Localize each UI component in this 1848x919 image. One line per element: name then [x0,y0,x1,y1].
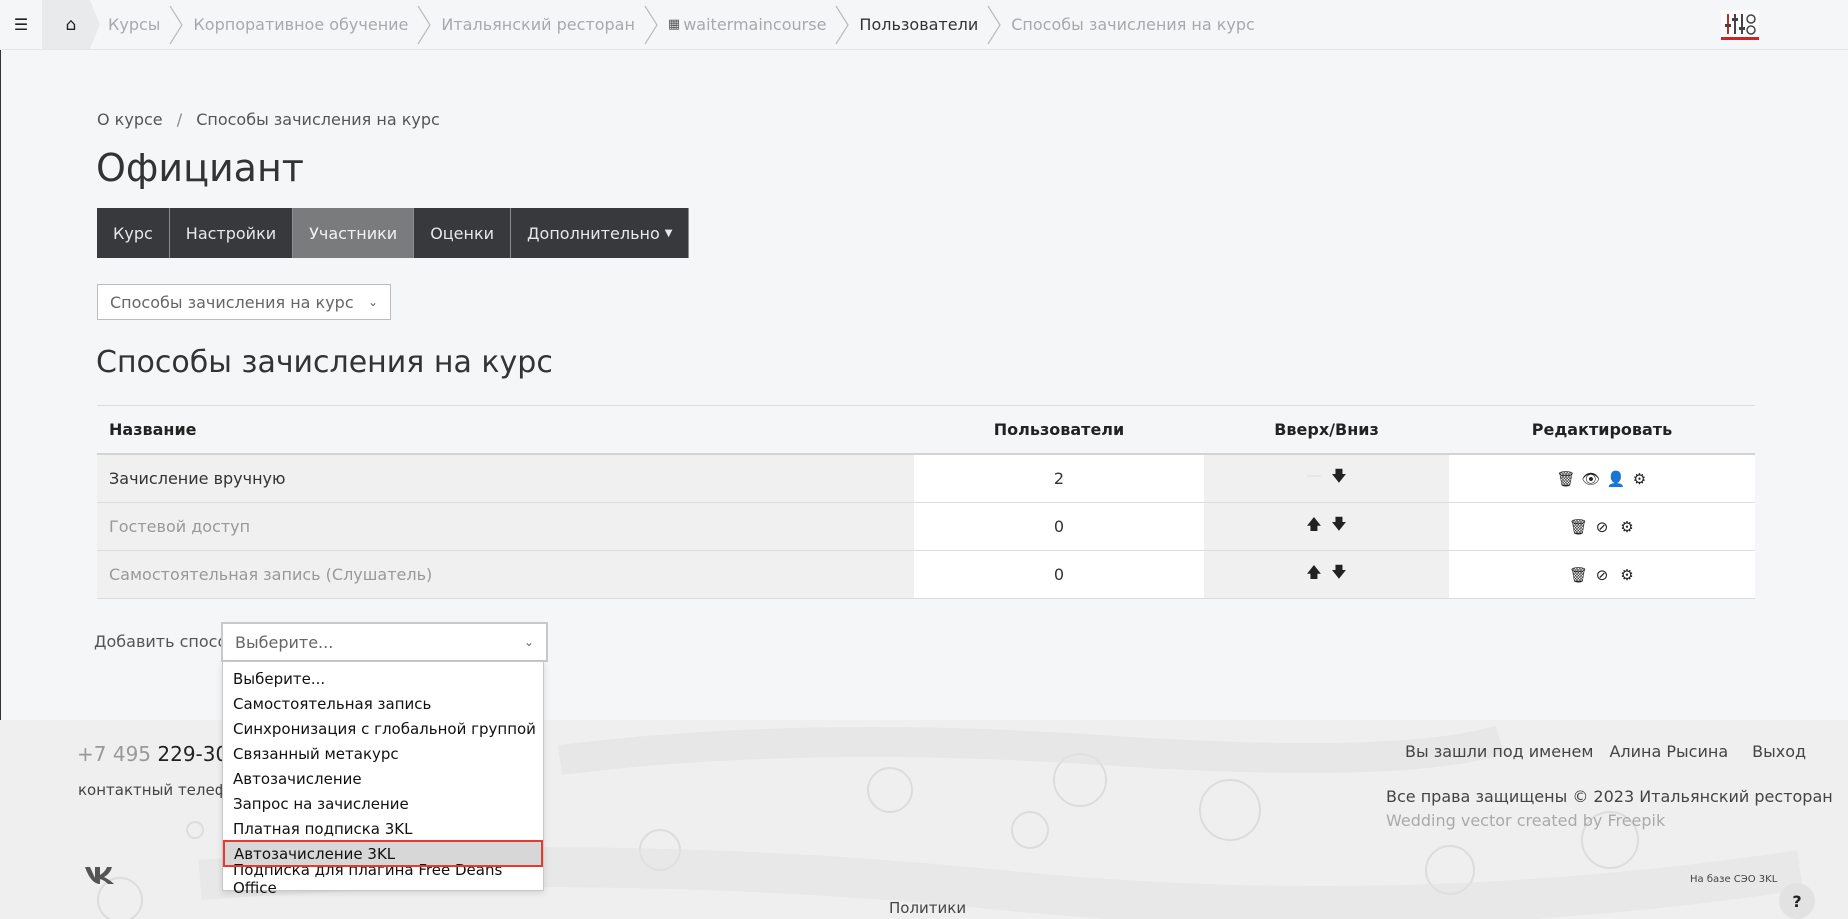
dropdown-option[interactable]: Подписка для плагина Free Deans Office [223,861,543,897]
updown-cell: — 🡇 [1204,455,1449,502]
vk-icon[interactable] [83,864,117,892]
chevron-down-icon: ⌄ [367,295,378,309]
arrow-down-icon[interactable]: 🡇 [1331,466,1347,491]
table-icon: ▦ [667,17,681,32]
breadcrumb: О курсе / Способы зачисления на курс [97,110,440,129]
copyright: Все права защищены © 2023 Итальянский ре… [1386,787,1833,806]
arrow-down-icon[interactable]: 🡇 [1331,562,1347,587]
help-button[interactable]: ? [1779,883,1815,919]
window-edge [0,0,1,829]
page-navigation-select[interactable]: Способы зачисления на курс ⌄ [97,284,391,320]
add-method-dropdown: Выберите... Самостоятельная запись Синхр… [222,661,544,897]
trash-icon[interactable]: 🗑 [1557,470,1576,488]
chevron-right-icon [985,0,1003,50]
edit-cell: 🗑 👁 👤 ⚙ [1449,455,1755,502]
freepik-credit-link[interactable]: Wedding vector created by Freepik [1386,811,1665,830]
dropdown-option[interactable]: Автозачисление [223,766,543,791]
edit-cell: 🗑 ⊘ ⚙ [1449,551,1755,598]
tab-more[interactable]: Дополнительно ▼ [511,208,690,258]
crumb-course[interactable]: ▦ waitermaincourse [660,0,852,50]
dropdown-option[interactable]: Самостоятельная запись [223,691,543,716]
header-users: Пользователи [993,420,1125,439]
crumb-courses[interactable]: Курсы [100,0,185,50]
trash-icon[interactable]: 🗑 [1569,518,1588,536]
settings-sliders-icon[interactable] [1721,10,1759,40]
tab-grades[interactable]: Оценки [414,208,512,258]
table-header-row: Название Пользователи Вверх/Вниз Редакти… [97,406,1755,455]
method-name: Гостевой доступ [97,503,914,550]
eye-slash-icon[interactable]: ⊘ [1594,518,1610,536]
chevron-right-icon [642,0,660,50]
gear-icon[interactable]: ⚙ [1619,566,1635,584]
breadcrumb-current[interactable]: Способы зачисления на курс [196,110,440,129]
top-breadcrumb: Курсы Корпоративное обучение Итальянский… [100,0,1262,50]
arrow-down-icon[interactable]: 🡇 [1331,514,1347,539]
logout-link[interactable]: Выход [1752,742,1806,761]
policies-link[interactable]: Политики [889,899,966,917]
breadcrumb-separator: / [176,110,183,129]
user-name-link[interactable]: Алина Рысина [1609,742,1728,761]
course-nav-tabs: Курс Настройки Участники Оценки Дополнит… [97,208,690,258]
login-info: Вы зашли под именем Алина Рысина Выход [1405,742,1806,761]
updown-cell: 🡅 🡇 [1204,551,1449,598]
arrow-up-icon[interactable]: 🡅 [1306,562,1322,587]
edit-cell: 🗑 ⊘ ⚙ [1449,503,1755,550]
top-navbar: ☰ ⌂ Курсы Корпоративное обучение Итальян… [0,0,1848,50]
chevron-right-icon [167,0,185,50]
login-text: Вы зашли под именем [1405,742,1594,761]
crumb-restaurant[interactable]: Итальянский ресторан [433,0,660,50]
crumb-corporate[interactable]: Корпоративное обучение [185,0,433,50]
method-users-count: 0 [914,551,1204,598]
page-navigation-select-value: Способы зачисления на курс [110,292,354,312]
header-edit: Редактировать [1531,420,1673,439]
table-row: Гостевой доступ 0 🡅 🡇 🗑 ⊘ ⚙ [97,503,1755,551]
chevron-down-icon: ⌄ [523,635,534,649]
gear-icon[interactable]: ⚙ [1619,518,1635,536]
powered-by: На базе СЭО 3KL [1690,874,1778,885]
page-title: Официант [96,146,304,190]
eye-icon[interactable]: 👁 [1582,470,1601,488]
enrol-users-icon[interactable]: 👤 [1607,470,1626,488]
add-method-label: Добавить способ [94,632,238,651]
table-row: Самостоятельная запись (Слушатель) 0 🡅 🡇… [97,551,1755,599]
section-title: Способы зачисления на курс [96,345,553,380]
tab-course[interactable]: Курс [97,208,170,258]
add-method-select-value: Выберите... [235,632,334,652]
arrow-up-icon: — [1306,466,1322,484]
updown-cell: 🡅 🡇 [1204,503,1449,550]
chevron-right-icon [833,0,851,50]
method-users-count: 2 [914,455,1204,502]
enrol-methods-table: Название Пользователи Вверх/Вниз Редакти… [97,405,1755,599]
tab-participants[interactable]: Участники [293,208,415,258]
table-row: Зачисление вручную 2 — 🡇 🗑 👁 👤 ⚙ [97,455,1755,503]
chevron-down-icon: ▼ [664,227,673,239]
header-name: Название [109,420,197,439]
breadcrumb-course-link[interactable]: О курсе [97,110,163,129]
dropdown-option[interactable]: Выберите... [223,666,543,691]
method-name: Зачисление вручную [97,455,914,502]
dropdown-option[interactable]: Запрос на зачисление [223,791,543,816]
dropdown-option[interactable]: Связанный метакурс [223,741,543,766]
header-updown: Вверх/Вниз [1274,420,1379,439]
menu-toggle-icon[interactable]: ☰ [0,0,42,50]
trash-icon[interactable]: 🗑 [1569,566,1588,584]
dropdown-option[interactable]: Платная подписка 3KL [223,816,543,841]
chevron-right-icon [415,0,433,50]
method-name: Самостоятельная запись (Слушатель) [97,551,914,598]
home-icon[interactable]: ⌂ [42,0,100,50]
crumb-users[interactable]: Пользователи [851,0,1003,50]
arrow-up-icon[interactable]: 🡅 [1306,514,1322,539]
eye-slash-icon[interactable]: ⊘ [1594,566,1610,584]
method-users-count: 0 [914,503,1204,550]
add-method-select[interactable]: Выберите... ⌄ [221,622,548,662]
tab-more-label: Дополнительно [527,223,660,243]
gear-icon[interactable]: ⚙ [1632,470,1648,488]
dropdown-option[interactable]: Синхронизация с глобальной группой [223,716,543,741]
phone-prefix: +7 495 [77,742,152,766]
crumb-enrol-methods[interactable]: Способы зачисления на курс [1003,0,1262,50]
tab-settings[interactable]: Настройки [169,208,294,258]
